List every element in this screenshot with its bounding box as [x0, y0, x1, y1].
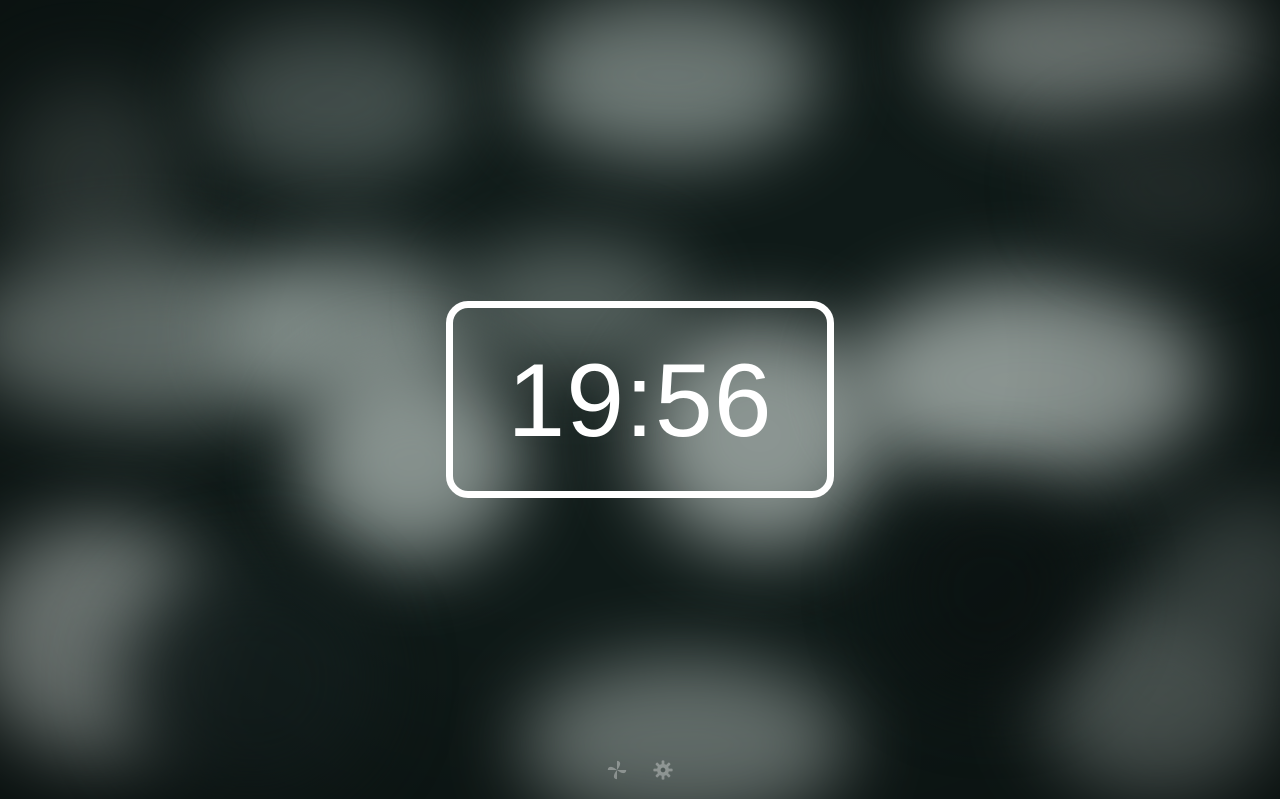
clock-widget: 19:56: [446, 301, 834, 498]
gear-icon: [652, 759, 674, 781]
background-button[interactable]: [604, 757, 630, 783]
settings-button[interactable]: [650, 757, 676, 783]
pinwheel-icon: [606, 759, 628, 781]
clock-time: 19:56: [507, 342, 773, 459]
bottom-toolbar: [604, 756, 676, 784]
new-tab-page: 19:56: [0, 0, 1280, 799]
